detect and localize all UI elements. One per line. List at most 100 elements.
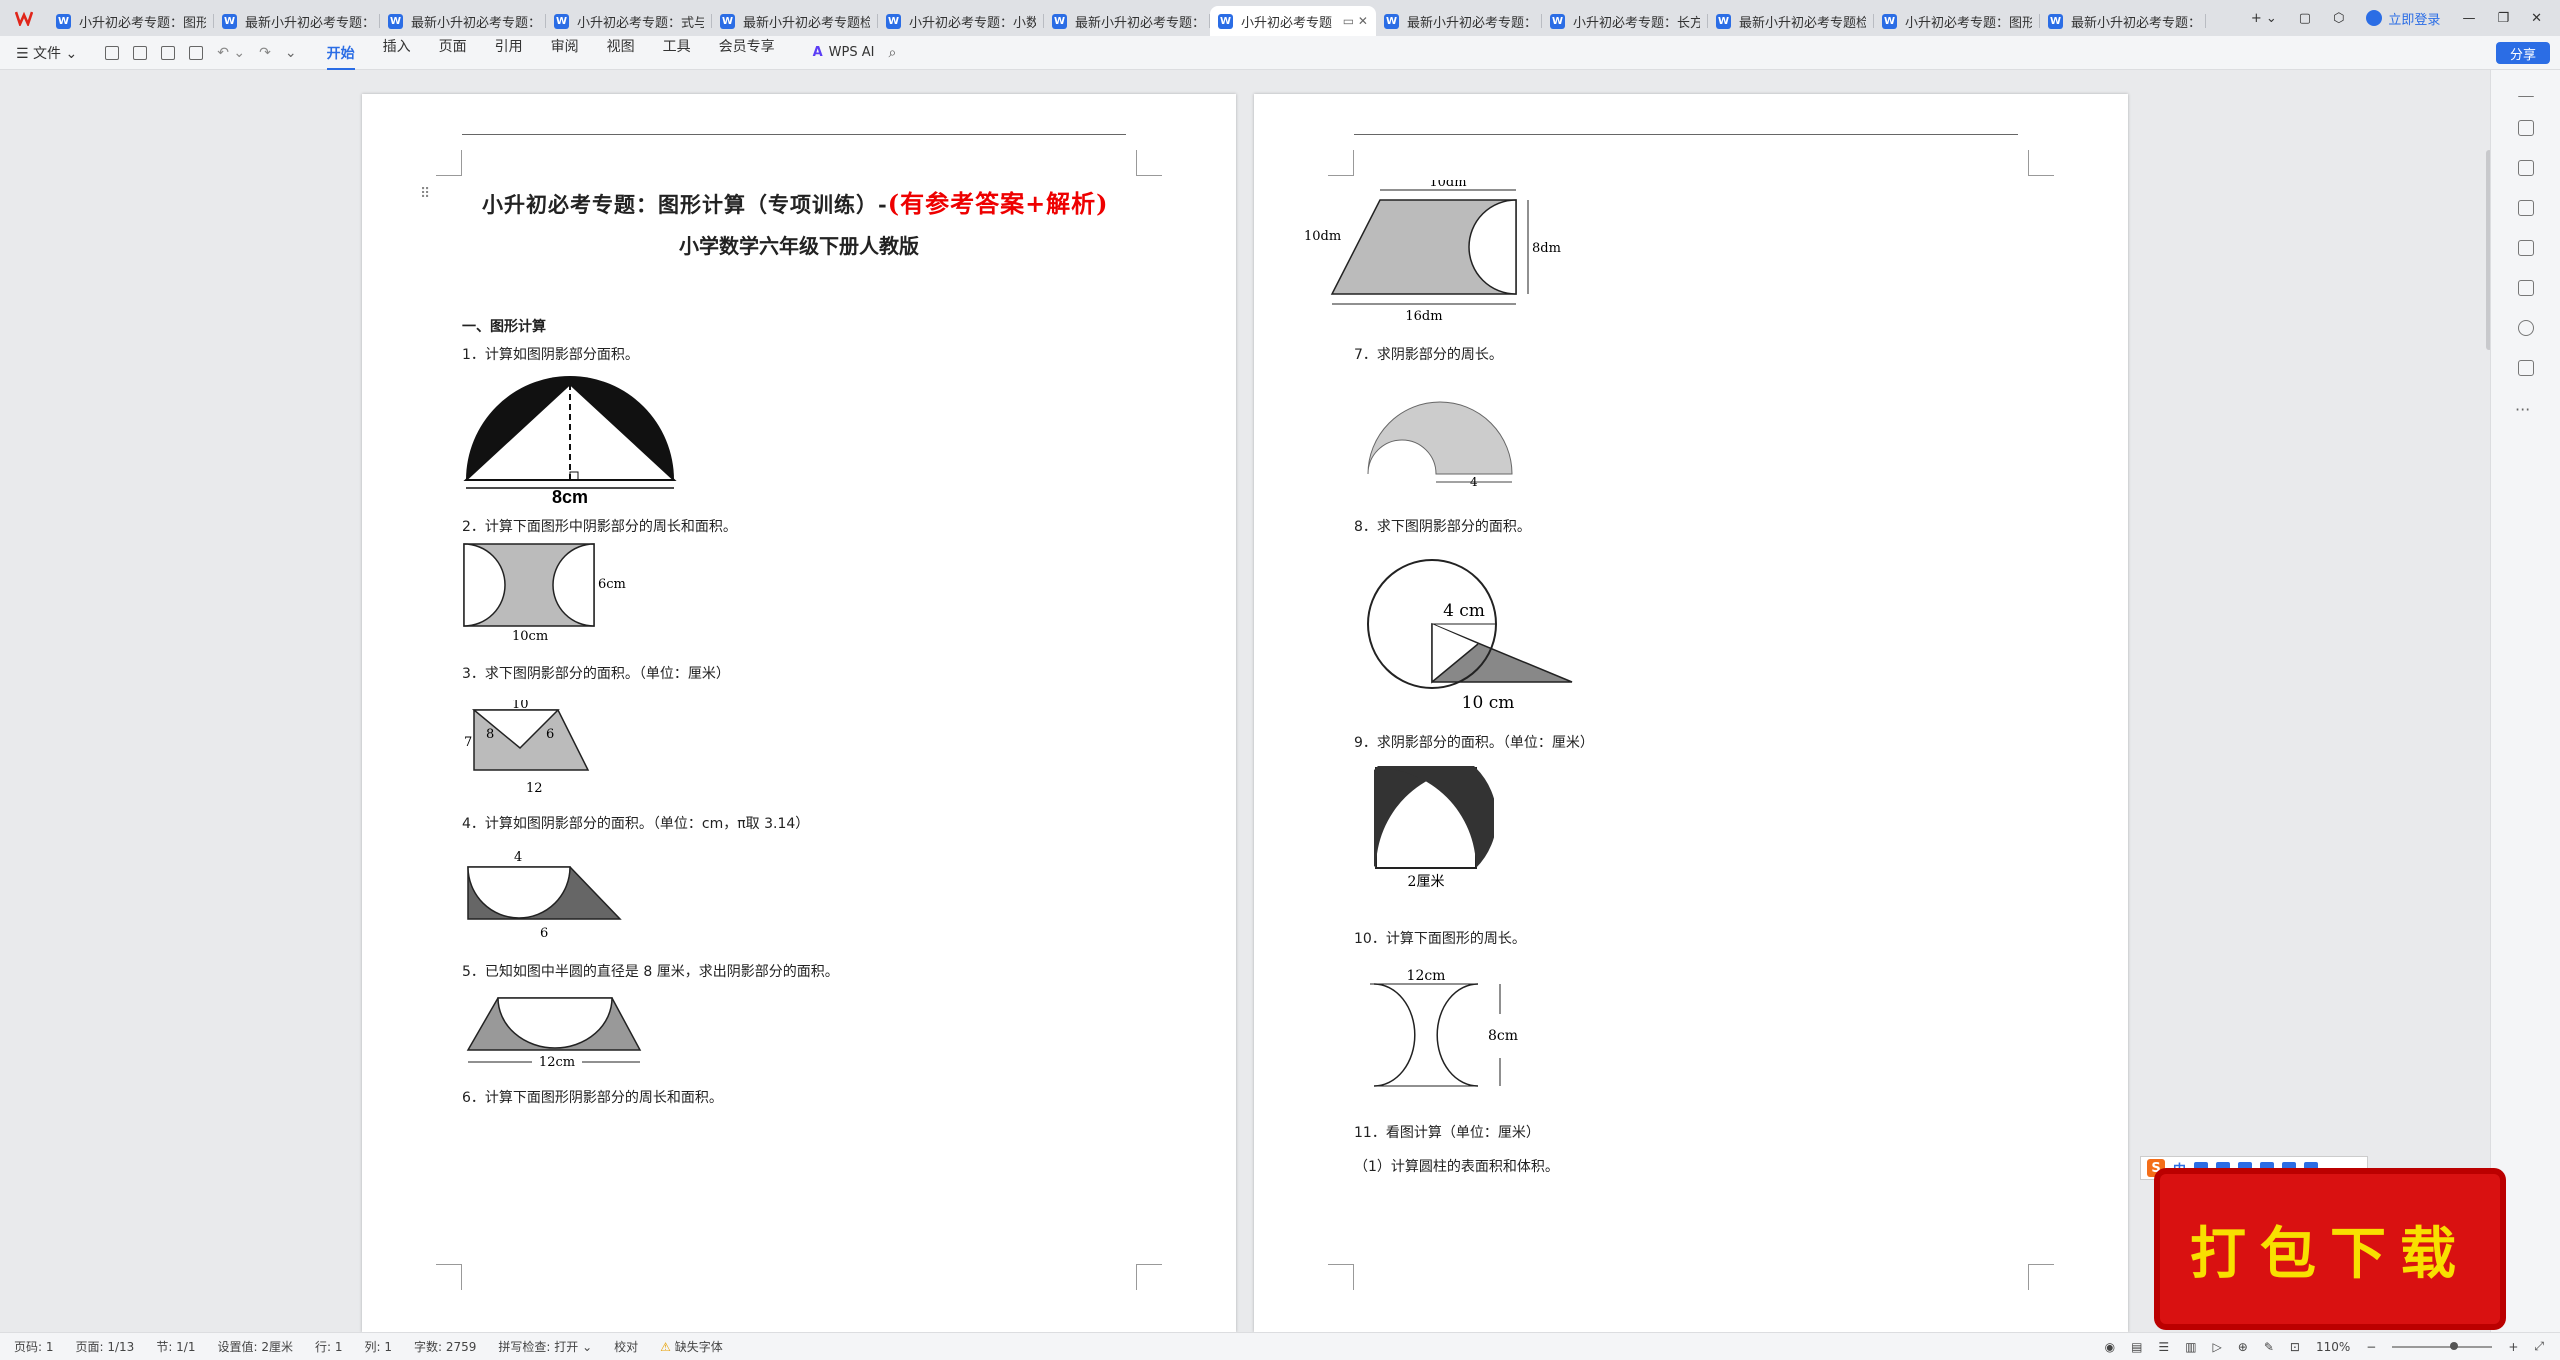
- menu-tab[interactable]: 插入: [383, 36, 411, 70]
- wps-writer-icon: W: [1384, 13, 1399, 29]
- save-icon[interactable]: [105, 45, 120, 60]
- crop-mark: [1136, 150, 1162, 176]
- menu-tab[interactable]: 视图: [607, 36, 635, 70]
- undo-icon[interactable]: ↶ ⌄: [217, 45, 245, 61]
- proofread-button[interactable]: 校对: [614, 1338, 638, 1355]
- login-label: 立即登录: [2388, 12, 2441, 28]
- zoom-slider[interactable]: [2392, 1341, 2493, 1350]
- menu-tab[interactable]: 引用: [495, 36, 523, 70]
- search-icon[interactable]: ⌕: [888, 45, 896, 61]
- document-tab[interactable]: W 最新小升初必考专题：: [380, 6, 546, 36]
- page-1[interactable]: ⠿ 小升初必考专题：图形计算（专项训练）-(有参考答案+解析) 小学数学六年级下…: [362, 94, 1236, 1332]
- document-tab[interactable]: W 小升初必考专题：式与: [546, 6, 712, 36]
- document-tab[interactable]: W 小升初必考专题：长方: [1542, 6, 1708, 36]
- fit-icon[interactable]: ⊡: [2290, 1340, 2300, 1354]
- skin-icon[interactable]: [2260, 1162, 2275, 1174]
- document-tab[interactable]: W 最新小升初必考专题检测: [1708, 6, 1874, 36]
- minimize-button[interactable]: —: [2462, 11, 2475, 26]
- menu-tab[interactable]: 页面: [439, 36, 467, 70]
- tab-label: 最新小升初必考专题检测: [1739, 15, 1866, 31]
- skin-icon[interactable]: ⬡: [2333, 11, 2344, 26]
- edit-icon[interactable]: [2518, 120, 2534, 136]
- zoom-out-button[interactable]: −: [2366, 1340, 2376, 1354]
- page-view-icon[interactable]: ▤: [2131, 1340, 2142, 1354]
- fig3-left-label: 7: [464, 735, 472, 750]
- document-tab[interactable]: W 小升初必考专题：图形: [48, 6, 214, 36]
- new-tab-button[interactable]: + ⌄: [2251, 11, 2277, 26]
- help-icon[interactable]: [2518, 320, 2534, 336]
- restore-button[interactable]: ❐: [2497, 11, 2509, 26]
- punctuation-icon[interactable]: [2194, 1162, 2209, 1174]
- eye-icon[interactable]: ◉: [2105, 1340, 2115, 1354]
- menu-tab[interactable]: 开始: [326, 43, 355, 70]
- select-icon[interactable]: [2518, 160, 2534, 176]
- shirt-icon[interactable]: [2518, 360, 2534, 376]
- login-button[interactable]: 立即登录: [2366, 9, 2440, 28]
- tab-label: 最新小升初必考专题：: [245, 15, 372, 31]
- print-icon[interactable]: [161, 45, 176, 60]
- fig10-height-label: 8cm: [1488, 1028, 1518, 1044]
- tools-icon[interactable]: [2518, 280, 2534, 296]
- outline-view-icon[interactable]: ☰: [2158, 1340, 2169, 1354]
- share-button[interactable]: 分享: [2496, 42, 2550, 64]
- keyboard-icon[interactable]: [2238, 1162, 2253, 1174]
- redo-icon[interactable]: ↷: [259, 45, 271, 61]
- fig3-inner-label-1: 8: [486, 727, 494, 742]
- status-pages[interactable]: 页面: 1/13: [76, 1338, 135, 1355]
- web-view-icon[interactable]: ⊕: [2238, 1340, 2248, 1354]
- menu-icon[interactable]: [2304, 1162, 2319, 1174]
- print-preview-icon[interactable]: [189, 45, 204, 60]
- spell-check-label: 拼写检查: 打开: [498, 1340, 579, 1354]
- wps-ai-button[interactable]: A WPS AI: [813, 45, 875, 60]
- document-tab[interactable]: W 最新小升初必考专题：: [1376, 6, 1542, 36]
- drag-handle-icon[interactable]: ⠿: [420, 186, 430, 202]
- collapse-icon[interactable]: [2518, 96, 2534, 98]
- pen-icon[interactable]: ✎: [2264, 1340, 2274, 1354]
- tab-label: 最新小升初必考专题检测: [743, 15, 870, 31]
- file-menu[interactable]: ☰ 文件 ⌄: [16, 43, 77, 63]
- status-page[interactable]: 页码: 1: [14, 1338, 54, 1355]
- document-tab[interactable]: W 最新小升初必考专题：: [214, 6, 380, 36]
- document-tab[interactable]: W 小升初必考专题：小数: [878, 6, 1044, 36]
- more-icon[interactable]: ···: [2515, 400, 2530, 419]
- export-icon[interactable]: [133, 45, 148, 60]
- play-icon[interactable]: ▷: [2213, 1340, 2222, 1354]
- close-window-button[interactable]: ✕: [2531, 11, 2542, 26]
- adjust-icon[interactable]: [2518, 200, 2534, 216]
- read-view-icon[interactable]: ▥: [2185, 1340, 2196, 1354]
- status-words[interactable]: 字数: 2759: [414, 1338, 476, 1355]
- tab-label: 小升初必考专题：小数: [909, 15, 1036, 31]
- menu-tab[interactable]: 审阅: [551, 36, 579, 70]
- tab-label: 最新小升初必考专题：: [2071, 15, 2198, 31]
- page-2[interactable]: 10dm 10dm 8dm 16dm 7．求阴影部分的周长。 4 8．求下图阴影…: [1254, 94, 2128, 1332]
- question-6: 6．计算下面图形阴影部分的周长和面积。: [462, 1090, 723, 1106]
- document-tab[interactable]: W 最新小升初必考专题：: [1044, 6, 1210, 36]
- document-tab[interactable]: W 最新小升初必考专题检测: [712, 6, 878, 36]
- wps-writer-icon: W: [886, 13, 901, 29]
- download-banner[interactable]: 打包下载: [2160, 1174, 2500, 1324]
- zoom-in-button[interactable]: +: [2508, 1340, 2518, 1354]
- wps-writer-icon: W: [56, 13, 71, 29]
- file-menu-label: 文件: [33, 45, 62, 62]
- menu-tab[interactable]: 工具: [663, 36, 691, 70]
- document-tab[interactable]: W 小升初必考专题 ▭ ✕: [1210, 6, 1376, 36]
- spell-check-toggle[interactable]: 拼写检查: 打开 ⌄: [498, 1338, 592, 1355]
- fullscreen-icon[interactable]: ⤢: [2534, 1339, 2544, 1354]
- image-icon[interactable]: [2518, 240, 2534, 256]
- close-tab-icon[interactable]: ▭ ✕: [1343, 14, 1368, 28]
- toolbox-icon[interactable]: [2282, 1162, 2297, 1174]
- menu-tab[interactable]: 会员专享: [719, 36, 775, 70]
- document-tab[interactable]: W 最新小升初必考专题：: [2040, 6, 2206, 36]
- voice-icon[interactable]: [2216, 1162, 2231, 1174]
- missing-font-button[interactable]: ⚠ 缺失字体: [660, 1338, 723, 1355]
- more-quick-icon[interactable]: ⌄: [285, 45, 297, 61]
- document-tab[interactable]: W 小升初必考专题：图形: [1874, 6, 2040, 36]
- missing-font-label: 缺失字体: [674, 1340, 723, 1354]
- wps-logo-icon[interactable]: [0, 10, 48, 26]
- zoom-level[interactable]: 110%: [2316, 1340, 2350, 1354]
- crop-mark: [1136, 1264, 1162, 1290]
- window-manage-icon[interactable]: ▢: [2299, 11, 2311, 26]
- question-3: 3．求下图阴影部分的面积。（单位：厘米）: [462, 666, 730, 682]
- wps-writer-icon: W: [2048, 13, 2063, 29]
- document-workspace[interactable]: ⠿ 小升初必考专题：图形计算（专项训练）-(有参考答案+解析) 小学数学六年级下…: [0, 70, 2492, 1332]
